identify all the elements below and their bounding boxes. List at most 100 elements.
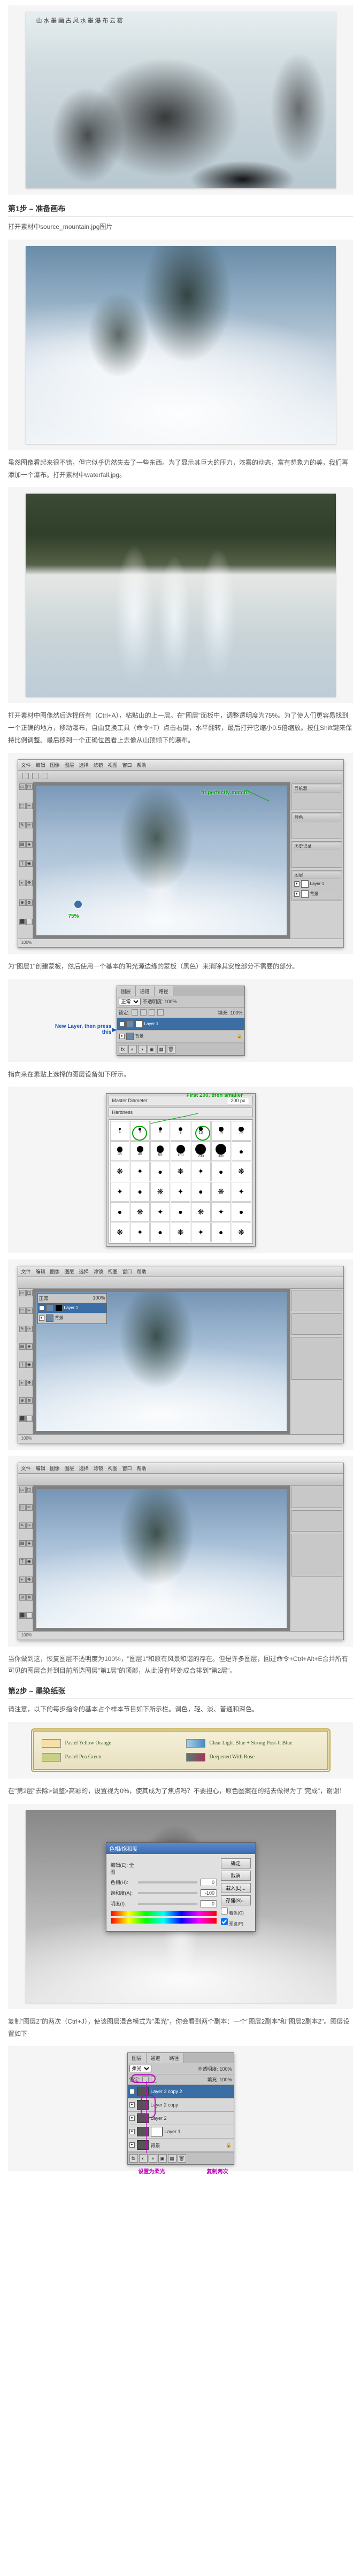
tool-icon[interactable]: ◈	[26, 1343, 33, 1350]
brush-preset[interactable]: ❋	[191, 1202, 211, 1222]
layers-panel-float[interactable]: 图层 通道 路径 正常 不透明度: 100% 锁定: 填充: 100% ● La	[117, 986, 245, 1056]
tool-icon[interactable]: T	[19, 1362, 26, 1368]
tool-icon[interactable]: ◫	[26, 1487, 33, 1493]
adjustment-icon[interactable]: ◑	[138, 1045, 147, 1054]
mask-icon[interactable]: ◐	[128, 1045, 137, 1054]
brush-preset[interactable]: 25	[232, 1121, 251, 1141]
edit-row[interactable]: 编辑(E): 全图	[111, 1862, 217, 1875]
brush-preset[interactable]: ✦	[191, 1162, 211, 1181]
menu-item[interactable]: 图像	[50, 1465, 60, 1472]
tool-icon[interactable]: ⊗	[26, 899, 33, 906]
menu-item[interactable]: 窗口	[122, 1465, 132, 1472]
tool-icon[interactable]: ✑	[26, 1326, 33, 1332]
tool-icon[interactable]: ◫	[26, 783, 33, 790]
visibility-icon[interactable]: ●	[39, 1316, 44, 1321]
brush-preset[interactable]: ✦	[232, 1182, 251, 1202]
brush-preset[interactable]: ●	[211, 1222, 231, 1242]
brush-preset[interactable]: ✦	[130, 1222, 150, 1242]
ps-toolbar[interactable]	[18, 1277, 343, 1289]
navigator-panel[interactable]	[291, 1290, 342, 1311]
layers-blend-row[interactable]: 正常 不透明度: 100%	[117, 996, 244, 1008]
brush-preset[interactable]: ●	[110, 1202, 130, 1222]
brush-preset[interactable]: 1	[110, 1121, 130, 1141]
brush-preset[interactable]: 45	[130, 1141, 150, 1161]
ps-toolbar[interactable]	[18, 1474, 343, 1486]
new-layer-icon[interactable]: ▦	[157, 1045, 166, 1054]
ps-toolbox[interactable]: ▭◫⬚✂✎✑▤◈T◉◐✥⊕⊗⬛⬜	[18, 1486, 33, 1631]
lock-position-icon[interactable]	[149, 1009, 155, 1016]
brush-preset[interactable]: 19	[211, 1121, 231, 1141]
tab-paths[interactable]: 路径	[165, 2053, 184, 2063]
menu-item[interactable]: 图层	[65, 762, 74, 768]
menu-item[interactable]: 图层	[65, 1268, 74, 1275]
sat-row[interactable]: 饱和度(A): -100	[111, 1889, 217, 1897]
color-panel[interactable]	[291, 1313, 342, 1335]
cancel-button[interactable]: 取消	[221, 1871, 251, 1881]
brush-preset[interactable]: ●	[150, 1222, 170, 1242]
visibility-icon[interactable]: ●	[119, 1034, 125, 1039]
brush-preset[interactable]: 200	[191, 1141, 211, 1161]
brush-preset[interactable]: ✦	[130, 1162, 150, 1181]
tool-icon[interactable]: ✂	[26, 803, 33, 809]
mask-icon[interactable]: ◐	[139, 2154, 148, 2163]
tab-paths[interactable]: 路径	[155, 986, 173, 996]
ps-toolbox[interactable]: ▭◫⬚✂✎✑▤◈T◉◐✥⊕⊗⬛⬜	[18, 782, 33, 939]
tool-icon[interactable]: ▭	[19, 1487, 26, 1493]
brush-preset[interactable]: ✦	[191, 1222, 211, 1242]
menu-item[interactable]: 视图	[108, 762, 118, 768]
lock-all-icon[interactable]	[157, 1009, 164, 1016]
menu-item[interactable]: 编辑	[36, 1268, 45, 1275]
brush-preset[interactable]: ❋	[232, 1162, 251, 1181]
fx-icon[interactable]: fx	[119, 1045, 127, 1054]
layers-bottom-bar[interactable]: fx ◐ ◑ ▣ ▦ 🗑	[117, 1043, 244, 1055]
menu-item[interactable]: 文件	[21, 762, 31, 768]
brush-preset[interactable]: ●	[130, 1182, 150, 1202]
visibility-icon[interactable]: ●	[129, 2089, 135, 2094]
brush-preset[interactable]: ❋	[110, 1162, 130, 1181]
layers-tabs[interactable]: 图层 通道 路径	[128, 2053, 234, 2063]
layer-row[interactable]: ● Layer 1	[38, 1303, 106, 1313]
tool-icon[interactable]: ▭	[19, 1290, 26, 1296]
ps-menubar[interactable]: 文件编辑图像图层选择滤镜视图窗口帮助	[18, 760, 343, 771]
tool-icon[interactable]: ✥	[26, 1577, 33, 1583]
tool-icon[interactable]: ⬛	[19, 919, 26, 925]
brush-preset[interactable]: ❋	[171, 1222, 190, 1242]
menu-item[interactable]: 文件	[21, 1465, 31, 1472]
brush-preset[interactable]: 5	[150, 1121, 170, 1141]
layers-lock-row[interactable]: 锁定: 填充: 100%	[117, 1008, 244, 1018]
floating-layers-mini[interactable]: 正常100% ● Layer 1 ● 背景	[37, 1293, 107, 1324]
new-layer-icon[interactable]: ▦	[168, 2154, 176, 2163]
tool-icon[interactable]: ⬚	[19, 1308, 26, 1314]
tab-layers[interactable]: 图层	[128, 2053, 147, 2063]
brush-hardness-slider[interactable]: Hardness	[109, 1108, 253, 1117]
brush-preset[interactable]: ❋	[110, 1222, 130, 1242]
tool-icon[interactable]: ✑	[26, 1522, 33, 1529]
tool-icon[interactable]: ◐	[19, 1380, 26, 1386]
ps-toolbar[interactable]	[18, 771, 343, 782]
tool-icon[interactable]: ◫	[26, 1290, 33, 1296]
brush-preset[interactable]: ✦	[171, 1182, 190, 1202]
tool-icon[interactable]: ▤	[19, 841, 26, 848]
brush-preset[interactable]: 3	[130, 1121, 150, 1141]
tool-icon[interactable]: ✂	[26, 1504, 33, 1511]
lock-pixels-icon[interactable]	[140, 1009, 147, 1016]
sat-value[interactable]: -100	[201, 1889, 217, 1897]
ok-button[interactable]: 确定	[221, 1858, 251, 1868]
brush-preset[interactable]: 100	[171, 1141, 190, 1161]
brush-preset[interactable]: ●	[232, 1141, 251, 1161]
tool-icon[interactable]: ⬛	[19, 1612, 26, 1619]
visibility-icon[interactable]: ●	[129, 2116, 135, 2121]
folder-icon[interactable]: ▣	[158, 2154, 167, 2163]
save-button[interactable]: 存储(S)...	[221, 1895, 251, 1905]
brush-preset[interactable]: ✦	[150, 1202, 170, 1222]
trash-icon[interactable]: 🗑	[167, 1045, 175, 1054]
hue-row[interactable]: 色相(H): 0	[111, 1879, 217, 1886]
brush-grid[interactable]: 1359131925354565100200300●❋✦●❋✦●❋✦●❋✦●❋✦…	[109, 1119, 253, 1243]
brush-panel[interactable]: Master Diameter 200 px Hardness 13591319…	[106, 1093, 256, 1246]
menu-item[interactable]: 帮助	[137, 762, 147, 768]
light-row[interactable]: 明度(I): 0	[111, 1900, 217, 1908]
adjustment-icon[interactable]: ◑	[149, 2154, 157, 2163]
navigator-panel[interactable]	[291, 1487, 342, 1508]
tool-icon[interactable]: ⬜	[26, 919, 33, 925]
menu-item[interactable]: 编辑	[36, 1465, 45, 1472]
